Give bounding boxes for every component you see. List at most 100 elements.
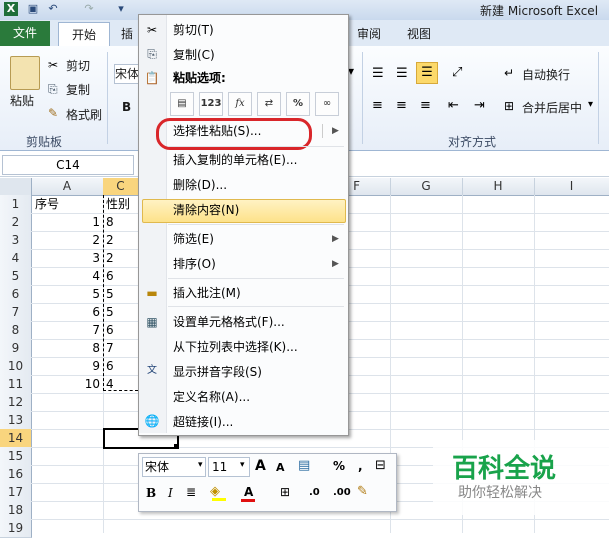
tab-home[interactable]: 开始 [58,22,110,47]
mini-grow-font-button[interactable]: A [255,457,266,475]
accounting-format-icon[interactable]: ▤ [298,458,310,473]
cell-a[interactable]: 6 [80,303,100,321]
select-all-button[interactable] [0,178,32,195]
center-align-icon[interactable]: ≣ [186,485,196,499]
paste-link-button[interactable]: ∞ [315,92,339,116]
copy-button[interactable]: 复制 [66,81,90,98]
cell-a[interactable]: 3 [80,249,100,267]
row-header[interactable]: 7 [0,303,32,322]
mini-increase-decimal-button[interactable]: .0 [309,484,320,502]
cell-a[interactable]: 2 [80,231,100,249]
tab-view[interactable]: 视图 [402,24,436,44]
menu-item-filter[interactable]: 筛选(E) [173,228,214,250]
borders-icon[interactable]: ⊞ [280,485,290,499]
cell-a[interactable]: 4 [80,267,100,285]
merge-center-button[interactable]: 合并后居中 [522,99,582,116]
decrease-indent-icon[interactable]: ⇤ [448,98,459,113]
paste-transpose-button[interactable]: ⇄ [257,92,281,116]
row-header[interactable]: 11 [0,375,32,394]
menu-item-hyperlink[interactable]: 超链接(I)... [173,411,233,433]
mini-bold-button[interactable]: B [146,484,156,502]
merge-dropdown-icon[interactable]: ▾ [588,99,593,110]
row-header[interactable]: 8 [0,321,32,340]
row-header[interactable]: 1 [0,195,32,214]
row-header[interactable]: 3 [0,231,32,250]
fill-color-icon[interactable]: ◈ [210,484,220,499]
format-painter-button[interactable]: 格式刷 [66,106,102,123]
name-box[interactable]: C14 [2,155,134,175]
row-header-selected[interactable]: 14 [0,429,32,448]
cut-button[interactable]: 剪切 [66,57,90,74]
paste-formulas-button[interactable]: fx [228,92,252,116]
row-header[interactable]: 19 [0,519,32,538]
menu-item-pick-from-list[interactable]: 从下拉列表中选择(K)... [173,336,298,358]
mini-comma-button[interactable]: , [358,457,363,475]
cell-a[interactable]: 9 [80,357,100,375]
mini-font-dropdown-icon[interactable]: ▾ [198,460,203,470]
clipboard-icon[interactable] [10,56,40,90]
undo-icon[interactable]: ↶ [46,2,60,16]
tab-insert[interactable]: 插 [118,24,136,44]
align-center-icon[interactable]: ≡ [396,98,407,113]
menu-item-insert-comment[interactable]: 插入批注(M) [173,282,241,304]
increase-indent-icon[interactable]: ⇥ [474,98,485,113]
row-header[interactable]: 2 [0,213,32,232]
format-table-icon[interactable]: ⊟ [375,458,386,473]
paste-button[interactable]: ▤ [170,92,194,116]
mini-italic-button[interactable]: I [168,484,173,502]
mini-font-box[interactable]: 宋体 [142,457,206,477]
align-top-icon[interactable]: ☰ [372,66,384,81]
cell-a[interactable]: 1 [80,213,100,231]
row-header[interactable]: 4 [0,249,32,268]
row-header[interactable]: 15 [0,447,32,466]
orientation-icon[interactable]: ⤢ [452,65,462,80]
save-icon[interactable]: ▣ [26,2,40,16]
column-header-g[interactable]: G [390,178,463,195]
format-painter-icon[interactable]: ✎ [357,484,368,499]
font-name-box[interactable]: 宋体 [114,64,140,84]
mini-size-dropdown-icon[interactable]: ▾ [240,460,245,470]
mini-shrink-font-button[interactable]: A [276,459,285,477]
redo-icon[interactable]: ↷ [82,2,96,16]
align-bottom-icon[interactable]: ☰ [416,62,438,84]
row-header[interactable]: 10 [0,357,32,376]
fill-handle[interactable] [174,444,179,449]
column-header-h[interactable]: H [462,178,535,195]
row-header[interactable]: 12 [0,393,32,412]
menu-item-cut[interactable]: 剪切(T) [173,19,214,41]
menu-item-delete[interactable]: 删除(D)... [173,174,227,196]
row-header[interactable]: 6 [0,285,32,304]
align-right-icon[interactable]: ≡ [420,98,431,113]
menu-item-show-phonetic[interactable]: 显示拼音字段(S) [173,361,262,383]
menu-item-paste-special[interactable]: 选择性粘贴(S)... [173,120,261,142]
wrap-text-button[interactable]: 自动换行 [522,66,570,83]
mini-decrease-decimal-button[interactable]: .00 [333,484,351,502]
mini-percent-button[interactable]: % [333,457,345,475]
menu-item-insert-copied-cells[interactable]: 插入复制的单元格(E)... [173,149,297,171]
cell-a[interactable]: 10 [80,375,100,393]
cell-a[interactable]: 5 [80,285,100,303]
paste-values-button[interactable]: 123 [199,92,223,116]
menu-item-format-cells[interactable]: 设置单元格格式(F)... [173,311,285,333]
bold-button[interactable]: B [122,100,131,114]
row-header[interactable]: 5 [0,267,32,286]
column-header-a[interactable]: A [31,178,104,195]
menu-item-define-name[interactable]: 定义名称(A)... [173,386,250,408]
cell-a1[interactable]: 序号 [35,195,59,213]
tab-file[interactable]: 文件 [0,21,50,46]
menu-item-sort[interactable]: 排序(O) [173,253,216,275]
column-header-c[interactable]: C [103,178,139,195]
row-header[interactable]: 17 [0,483,32,502]
row-header[interactable]: 18 [0,501,32,520]
row-header[interactable]: 16 [0,465,32,484]
paste-button[interactable]: 粘贴 [10,92,34,109]
menu-item-copy[interactable]: 复制(C) [173,44,215,66]
tab-review[interactable]: 审阅 [352,24,386,44]
row-header[interactable]: 13 [0,411,32,430]
paste-formatting-button[interactable]: % [286,92,310,116]
cell-a[interactable]: 7 [80,321,100,339]
align-left-icon[interactable]: ≡ [372,98,383,113]
row-header[interactable]: 9 [0,339,32,358]
column-header-i[interactable]: I [534,178,609,195]
menu-item-clear-contents[interactable]: 清除内容(N) [173,199,239,221]
